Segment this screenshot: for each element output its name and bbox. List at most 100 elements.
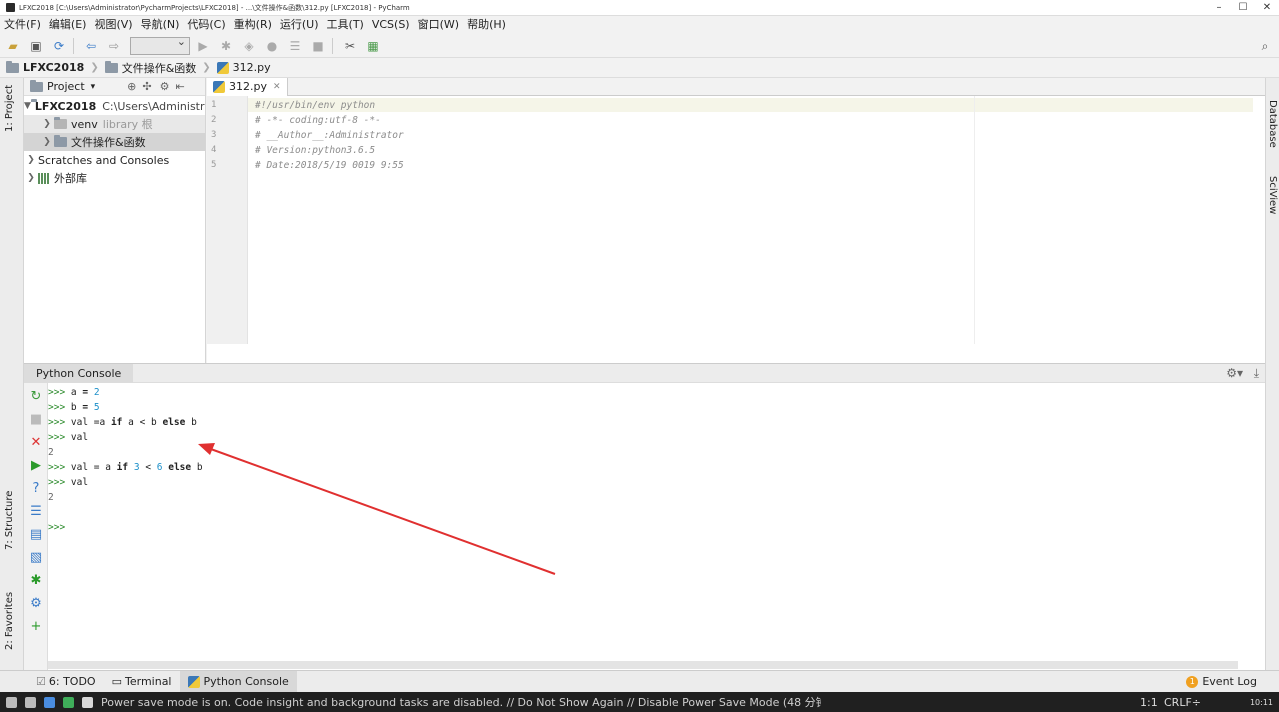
- editor-tab-312py[interactable]: 312.py ✕: [207, 77, 288, 96]
- horizontal-scrollbar[interactable]: [48, 661, 1238, 669]
- python-file-icon: [213, 80, 225, 93]
- status-message[interactable]: Power save mode is on. Code insight and …: [101, 694, 821, 710]
- windows-start-icon[interactable]: [6, 696, 17, 708]
- chevron-right-icon[interactable]: ❯: [24, 173, 38, 183]
- coverage-icon[interactable]: ◈: [239, 36, 259, 56]
- tab-terminal[interactable]: ▭ Terminal: [104, 671, 180, 693]
- project-tool-tab[interactable]: 1: Project: [4, 85, 15, 132]
- main-toolbar: ▰ ▣ ⟳ ⇦ ⇨ ▶ ✱ ◈ ● ☰ ■ ✂ ▦ ⌕: [0, 34, 1279, 58]
- menu-code[interactable]: 代码(C): [183, 16, 229, 34]
- menu-navigate[interactable]: 导航(N): [137, 16, 184, 34]
- menu-tools[interactable]: 工具(T): [323, 16, 368, 34]
- project-structure-icon[interactable]: ▦: [363, 36, 383, 56]
- breadcrumb-label: LFXC2018: [23, 61, 85, 74]
- tree-item-folder[interactable]: ❯ 文件操作&函数: [24, 133, 205, 151]
- breadcrumb-item-folder[interactable]: 文件操作&函数: [99, 58, 203, 78]
- tab-todo[interactable]: ☑ 6: TODO: [28, 671, 104, 693]
- breadcrumb-item-project[interactable]: LFXC2018: [0, 58, 90, 78]
- pycharm-icon: [6, 3, 15, 12]
- tree-item-root[interactable]: ▼ LFXC2018 C:\Users\Administra: [24, 97, 205, 115]
- favorites-tool-tab[interactable]: 2: Favorites: [4, 592, 15, 650]
- cursor-position[interactable]: 1:1: [1140, 696, 1158, 709]
- breadcrumb-item-file[interactable]: 312.py: [211, 58, 277, 78]
- console-output[interactable]: >>> a = 2 >>> b = 5 >>> val =a if a < b …: [48, 383, 1265, 672]
- chevron-right-icon: ❯: [202, 62, 211, 73]
- pycharm-taskbar-icon[interactable]: [82, 696, 93, 708]
- concurrency-icon[interactable]: ☰: [285, 36, 305, 56]
- hide-panel-icon[interactable]: ⤓: [1254, 366, 1259, 381]
- console-token: =: [82, 387, 89, 398]
- add-icon[interactable]: +: [27, 617, 45, 635]
- task-view-icon[interactable]: [25, 696, 36, 708]
- maximize-button[interactable]: ☐: [1231, 0, 1255, 16]
- menu-view[interactable]: 视图(V): [90, 16, 136, 34]
- tree-item-scratches[interactable]: ❯ Scratches and Consoles: [24, 151, 205, 169]
- back-arrow-icon[interactable]: ⇦: [81, 36, 101, 56]
- tree-item-detail: library 根: [102, 118, 153, 131]
- run-icon[interactable]: ▶: [27, 456, 45, 474]
- chevron-right-icon[interactable]: ❯: [40, 137, 54, 147]
- gear-icon[interactable]: ⚙: [160, 80, 170, 93]
- help-icon[interactable]: ?: [27, 479, 45, 497]
- console-token: <: [139, 462, 157, 473]
- tab-python-console-bottom[interactable]: Python Console: [179, 670, 297, 693]
- soft-wrap-icon[interactable]: ☰: [27, 502, 45, 520]
- scroll-from-source-icon[interactable]: ⊕: [127, 80, 136, 93]
- line-separator[interactable]: CRLF÷: [1164, 696, 1201, 709]
- console-prompt: >>>: [48, 387, 66, 398]
- tab-python-console[interactable]: Python Console: [24, 363, 134, 383]
- browser-icon[interactable]: [44, 696, 55, 708]
- sync-icon[interactable]: ⟳: [49, 36, 69, 56]
- console-prompt: >>>: [48, 462, 66, 473]
- run-icon[interactable]: ▶: [193, 36, 213, 56]
- search-icon[interactable]: ⌕: [1255, 36, 1275, 56]
- debug-icon[interactable]: ✱: [216, 36, 236, 56]
- minimize-button[interactable]: –: [1207, 0, 1231, 16]
- variables-icon[interactable]: ▤: [27, 525, 45, 543]
- code-line: # Version:python3.6.5: [255, 145, 376, 156]
- sciview-tool-tab[interactable]: SciView: [1267, 176, 1278, 214]
- line-number: 5: [211, 160, 217, 170]
- menu-window[interactable]: 窗口(W): [414, 16, 463, 34]
- app-icon[interactable]: [63, 696, 74, 708]
- rerun-icon[interactable]: ↻: [27, 387, 45, 405]
- menu-edit[interactable]: 编辑(E): [45, 16, 91, 34]
- stop-icon[interactable]: ■: [308, 36, 328, 56]
- close-icon[interactable]: ✕: [27, 433, 45, 451]
- chevron-down-icon[interactable]: ▼: [24, 101, 31, 111]
- forward-arrow-icon[interactable]: ⇨: [104, 36, 124, 56]
- tree-item-external-libs[interactable]: ❯ 外部库: [24, 169, 205, 187]
- profile-icon[interactable]: ●: [262, 36, 282, 56]
- gear-icon[interactable]: ⚙▾: [1226, 366, 1243, 380]
- hide-panel-icon[interactable]: ⇤: [175, 80, 184, 93]
- chevron-down-icon[interactable]: ▾: [91, 82, 96, 92]
- database-tool-tab[interactable]: Database: [1267, 100, 1278, 148]
- stop-icon[interactable]: ■: [27, 410, 45, 428]
- open-folder-icon[interactable]: ▰: [3, 36, 23, 56]
- event-log-button[interactable]: 1 Event Log: [1178, 671, 1265, 693]
- sciview-tool-label: SciView: [1267, 176, 1278, 215]
- structure-tool-tab[interactable]: 7: Structure: [4, 491, 15, 550]
- console-input-line[interactable]: >>>: [48, 522, 65, 533]
- project-view-select[interactable]: Project: [47, 80, 85, 93]
- menu-help[interactable]: 帮助(H): [463, 16, 510, 34]
- history-icon[interactable]: ▧: [27, 548, 45, 566]
- right-margin-guide: [974, 96, 975, 344]
- chevron-right-icon[interactable]: ❯: [40, 119, 54, 129]
- code-editor[interactable]: 1 2 3 4 5 #!/usr/bin/env python # -*- co…: [207, 96, 1265, 363]
- settings-wrench-icon[interactable]: ✂: [340, 36, 360, 56]
- menu-run[interactable]: 运行(U): [276, 16, 323, 34]
- close-icon[interactable]: ✕: [273, 82, 281, 92]
- debug-icon[interactable]: ✱: [27, 571, 45, 589]
- menu-vcs[interactable]: VCS(S): [368, 16, 414, 34]
- menu-file[interactable]: 文件(F): [0, 16, 45, 34]
- menu-refactor[interactable]: 重构(R): [230, 16, 276, 34]
- run-configuration-select[interactable]: [130, 35, 190, 55]
- console-prompt: >>>: [48, 402, 66, 413]
- collapse-all-icon[interactable]: ✣: [142, 80, 151, 93]
- chevron-right-icon[interactable]: ❯: [24, 155, 38, 165]
- save-icon[interactable]: ▣: [26, 36, 46, 56]
- tree-item-venv[interactable]: ❯ venv library 根: [24, 115, 205, 133]
- close-button[interactable]: ✕: [1255, 0, 1279, 16]
- gear-icon[interactable]: ⚙: [27, 594, 45, 612]
